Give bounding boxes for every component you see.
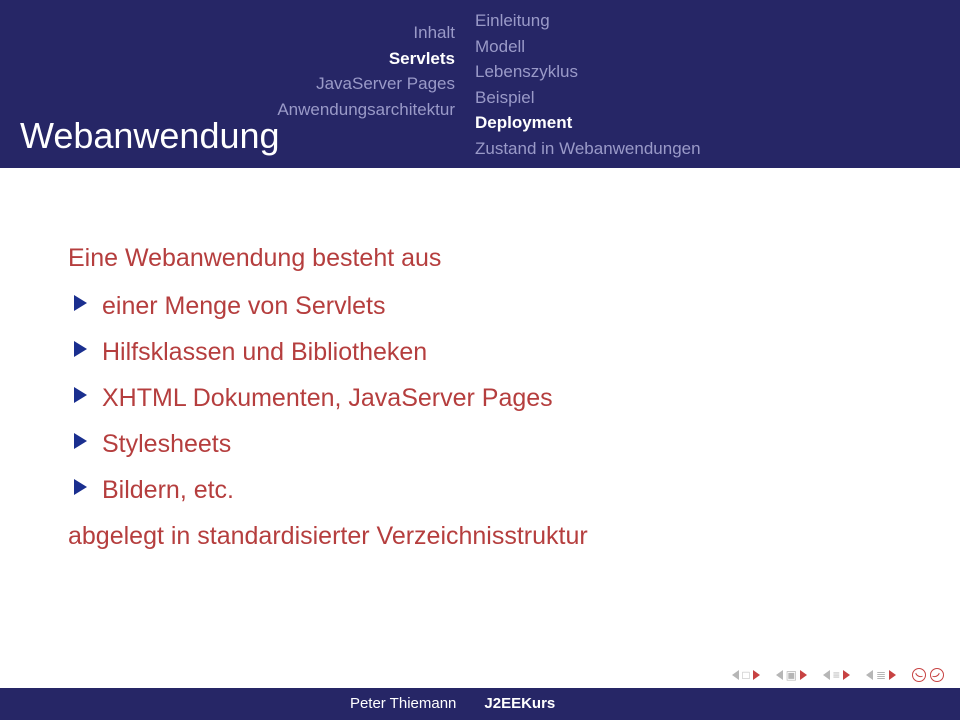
footer-bar: Peter Thiemann J2EEKurs	[0, 688, 960, 720]
prev-section-icon[interactable]	[866, 670, 873, 680]
list-item: XHTML Dokumenten, JavaServer Pages	[68, 378, 900, 418]
frame-box-icon: ▣	[786, 668, 797, 682]
subsection-item[interactable]: Lebenszyklus	[475, 59, 701, 85]
slide-content: Eine Webanwendung besteht aus einer Meng…	[0, 168, 960, 556]
footer-author: Peter Thiemann	[0, 688, 470, 720]
nav-frame-group: ▣	[776, 668, 807, 682]
list-item: Stylesheets	[68, 424, 900, 464]
section-item[interactable]: Inhalt	[277, 20, 455, 46]
subsection-bar-icon: ≡	[833, 668, 840, 682]
bullet-icon	[74, 387, 87, 403]
nav-subsection-group: ≡	[823, 668, 850, 682]
prev-slide-icon[interactable]	[732, 670, 739, 680]
next-frame-icon[interactable]	[800, 670, 807, 680]
section-item[interactable]: Servlets	[277, 46, 455, 72]
undo-icon[interactable]	[912, 668, 926, 682]
next-section-icon[interactable]	[889, 670, 896, 680]
next-subsection-icon[interactable]	[843, 670, 850, 680]
footer-course: J2EEKurs	[470, 688, 960, 720]
subsection-item[interactable]: Beispiel	[475, 85, 701, 111]
bullet-list: einer Menge von Servlets Hilfsklassen un…	[68, 286, 900, 510]
prev-frame-icon[interactable]	[776, 670, 783, 680]
header-band: Inhalt Servlets JavaServer Pages Anwendu…	[0, 0, 960, 168]
section-bars-icon: ≣	[876, 668, 886, 682]
bullet-icon	[74, 479, 87, 495]
bullet-icon	[74, 295, 87, 311]
nav-section-group: ≣	[866, 668, 896, 682]
list-item: einer Menge von Servlets	[68, 286, 900, 326]
slide-title: Webanwendung	[20, 115, 280, 157]
subsection-item[interactable]: Deployment	[475, 110, 701, 136]
bullet-icon	[74, 433, 87, 449]
beamer-nav-controls: □ ▣ ≡ ≣	[732, 668, 944, 682]
list-item: Bildern, etc.	[68, 470, 900, 510]
redo-icon[interactable]	[930, 668, 944, 682]
bullet-icon	[74, 341, 87, 357]
section-item[interactable]: Anwendungsarchitektur	[277, 97, 455, 123]
subsection-item[interactable]: Modell	[475, 34, 701, 60]
subsection-item[interactable]: Zustand in Webanwendungen	[475, 136, 701, 162]
nav-subsections-right: Einleitung Modell Lebenszyklus Beispiel …	[475, 8, 701, 161]
outro-line: abgelegt in standardisierter Verzeichnis…	[68, 516, 900, 556]
subsection-item[interactable]: Einleitung	[475, 8, 701, 34]
nav-undo-redo	[912, 668, 944, 682]
intro-line: Eine Webanwendung besteht aus	[68, 238, 900, 278]
list-item: Hilfsklassen und Bibliotheken	[68, 332, 900, 372]
slide-box-icon: □	[742, 668, 749, 682]
prev-subsection-icon[interactable]	[823, 670, 830, 680]
next-slide-icon[interactable]	[753, 670, 760, 680]
nav-slide-group: □	[732, 668, 759, 682]
nav-sections-left: Inhalt Servlets JavaServer Pages Anwendu…	[277, 20, 455, 122]
section-item[interactable]: JavaServer Pages	[277, 71, 455, 97]
